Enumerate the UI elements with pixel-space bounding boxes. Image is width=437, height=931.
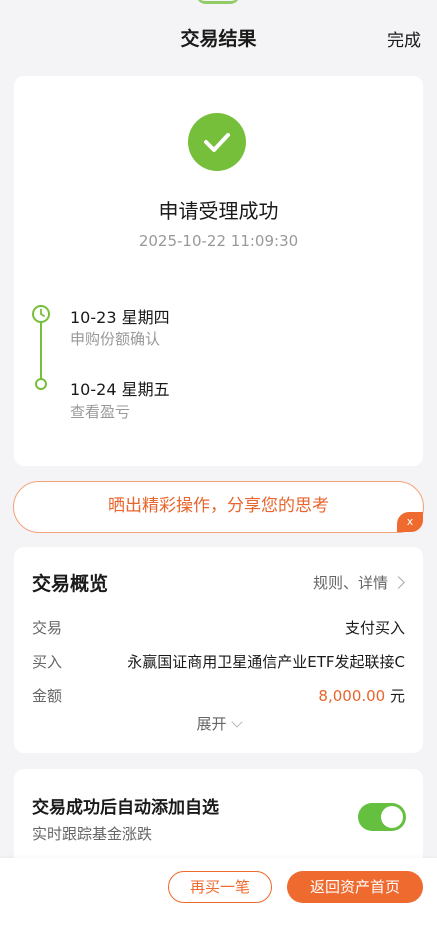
overview-row-amount: 金额 8,000.00 元 [32, 685, 405, 707]
expand-toggle[interactable]: 展开 [14, 713, 423, 734]
overview-title: 交易概览 [32, 573, 109, 595]
overview-row-buy: 买入 永赢国证商用卫星通信产业ETF发起联接C [32, 651, 405, 673]
watchlist-title: 交易成功后自动添加自选 [32, 798, 219, 818]
expand-label: 展开 [196, 715, 227, 733]
amount-value: 8,000.00 元 [318, 685, 405, 706]
amount-unit: 元 [385, 687, 405, 705]
amount-number: 8,000.00 [318, 687, 386, 705]
timeline-date: 10-24 星期五 [70, 380, 170, 399]
timeline-dot-icon [35, 378, 47, 390]
row-label: 金额 [32, 687, 63, 705]
rules-details-label: 规则、详情 [312, 574, 388, 592]
timeline-desc: 查看盈亏 [70, 403, 131, 421]
chevron-down-icon [230, 716, 243, 728]
result-card: 申请受理成功 2025-10-22 11:09:30 10-23 星期四 申购份… [14, 76, 423, 466]
page-title: 交易结果 [180, 28, 257, 50]
back-to-assets-button[interactable]: 返回资产首页 [287, 871, 423, 903]
auto-watchlist-toggle[interactable] [358, 803, 406, 831]
overview-row-trade: 交易 支付买入 [32, 617, 405, 639]
chevron-right-icon [392, 576, 405, 589]
toggle-knob [381, 806, 403, 828]
row-label: 交易 [32, 619, 63, 637]
done-button[interactable]: 完成 [387, 26, 421, 51]
rules-details-link[interactable]: 规则、详情 [312, 572, 405, 593]
timeline-desc: 申购份额确认 [70, 330, 161, 348]
timeline-line [40, 321, 42, 383]
success-check-icon [188, 113, 246, 171]
row-value: 支付买入 [344, 619, 405, 637]
watchlist-card: 交易成功后自动添加自选 实时跟踪基金涨跌 [14, 769, 423, 869]
clock-icon [32, 305, 50, 323]
rebuy-button[interactable]: 再买一笔 [168, 871, 272, 903]
share-banner[interactable]: 晒出精彩操作，分享您的思考 [13, 481, 424, 533]
top-bar: 交易结果 完成 [0, 0, 437, 76]
fund-name: 永赢国证商用卫星通信产业ETF发起联接C [127, 653, 405, 671]
watchlist-subtitle: 实时跟踪基金涨跌 [32, 825, 153, 843]
bottom-action-bar: 再买一笔 返回资产首页 [0, 858, 437, 931]
pull-indicator [196, 0, 240, 4]
row-label: 买入 [32, 653, 63, 671]
timeline-date: 10-23 星期四 [70, 308, 170, 327]
overview-card: 交易概览 规则、详情 交易 支付买入 买入 永赢国证商用卫星通信产业ETF发起联… [14, 547, 423, 753]
share-close-icon[interactable]: x [397, 512, 423, 532]
result-time: 2025-10-22 11:09:30 [138, 232, 299, 250]
result-title: 申请受理成功 [158, 199, 279, 223]
